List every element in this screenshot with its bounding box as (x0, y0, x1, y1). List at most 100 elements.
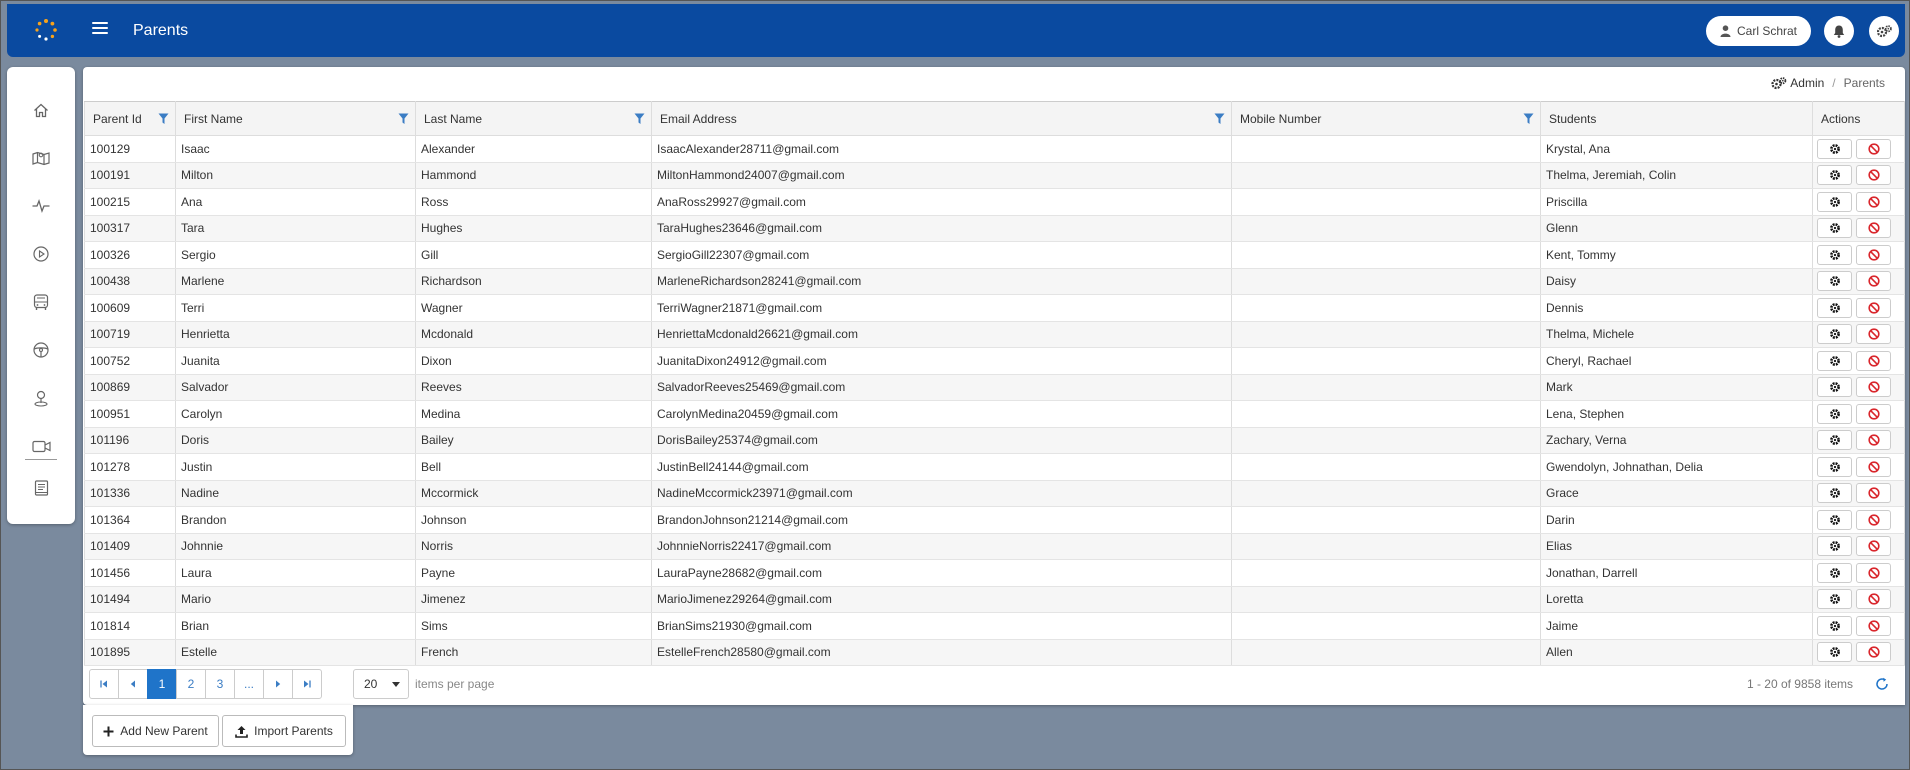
sidebar-item-drivers[interactable] (7, 335, 75, 365)
filter-icon[interactable] (634, 113, 645, 125)
disable-button[interactable] (1856, 536, 1891, 557)
disable-button[interactable] (1856, 430, 1891, 451)
disable-button[interactable] (1856, 615, 1891, 636)
app-logo-icon[interactable] (34, 18, 58, 42)
page-ellipsis-button[interactable]: ... (234, 669, 264, 699)
edit-button[interactable] (1817, 271, 1852, 292)
page-size-select[interactable]: 20 (353, 669, 409, 699)
edit-button[interactable] (1817, 138, 1852, 159)
disable-button[interactable] (1856, 589, 1891, 610)
sidebar-item-buses[interactable] (7, 287, 75, 317)
disable-button[interactable] (1856, 138, 1891, 159)
table-row[interactable]: 101895 Estelle French EstelleFrench28580@gm… (84, 639, 1905, 666)
table-row[interactable]: 100719 Henrietta Mcdonald HenriettaMcdonald… (84, 321, 1905, 348)
table-row[interactable]: 100317 Tara Hughes TaraHughes23646@gmail.co… (84, 215, 1905, 242)
edit-button[interactable] (1817, 642, 1852, 663)
disable-button[interactable] (1856, 271, 1891, 292)
first-page-button[interactable] (89, 669, 119, 699)
disable-button[interactable] (1856, 509, 1891, 530)
next-page-button[interactable] (263, 669, 293, 699)
gear-icon (1829, 355, 1840, 366)
edit-button[interactable] (1817, 403, 1852, 424)
edit-button[interactable] (1817, 536, 1852, 557)
disable-button[interactable] (1856, 165, 1891, 186)
edit-button[interactable] (1817, 483, 1852, 504)
sidebar-item-map[interactable] (7, 143, 75, 173)
table-row[interactable]: 100129 Isaac Alexander IsaacAlexander28711@… (84, 135, 1905, 163)
column-header-last-name[interactable]: Last Name (415, 101, 652, 136)
table-row[interactable]: 100951 Carolyn Medina CarolynMedina20459@gm… (84, 400, 1905, 428)
edit-button[interactable] (1817, 324, 1852, 345)
edit-button[interactable] (1817, 430, 1852, 451)
column-header-parent-id[interactable]: Parent Id (84, 101, 176, 136)
edit-button[interactable] (1817, 589, 1852, 610)
sidebar-item-activity[interactable] (7, 191, 75, 221)
page-button-2[interactable]: 2 (176, 669, 206, 699)
disable-button[interactable] (1856, 218, 1891, 239)
table-row[interactable]: 101336 Nadine Mccormick NadineMccormick2397… (84, 480, 1905, 507)
edit-button[interactable] (1817, 509, 1852, 530)
disable-button[interactable] (1856, 191, 1891, 212)
disable-button[interactable] (1856, 297, 1891, 318)
edit-button[interactable] (1817, 218, 1852, 239)
column-header-first-name[interactable]: First Name (175, 101, 416, 136)
add-parent-button[interactable]: Add New Parent (92, 715, 219, 747)
table-row[interactable]: 101409 Johnnie Norris JohnnieNorris22417@gm… (84, 533, 1905, 560)
refresh-icon[interactable] (1875, 677, 1889, 691)
sidebar-item-home[interactable] (7, 95, 75, 125)
menu-icon[interactable] (92, 22, 108, 36)
column-header-email[interactable]: Email Address (651, 101, 1232, 136)
disable-button[interactable] (1856, 562, 1891, 583)
user-menu-button[interactable]: Carl Schrat (1706, 16, 1811, 46)
sidebar-item-video[interactable] (7, 431, 75, 461)
disable-button[interactable] (1856, 483, 1891, 504)
edit-button[interactable] (1817, 562, 1852, 583)
disable-button[interactable] (1856, 324, 1891, 345)
sidebar-item-playback[interactable] (7, 239, 75, 269)
disable-button[interactable] (1856, 244, 1891, 265)
edit-button[interactable] (1817, 165, 1852, 186)
edit-button[interactable] (1817, 191, 1852, 212)
sidebar-item-reports[interactable] (7, 473, 75, 503)
disable-button[interactable] (1856, 377, 1891, 398)
table-row[interactable]: 101494 Mario Jimenez MarioJimenez29264@gmai… (84, 586, 1905, 613)
disable-button[interactable] (1856, 456, 1891, 477)
import-parents-button[interactable]: Import Parents (222, 715, 346, 747)
table-row[interactable]: 100752 Juanita Dixon JuanitaDixon24912@gmai… (84, 347, 1905, 375)
cell-first-name: Ana (175, 188, 416, 216)
table-row[interactable]: 100869 Salvador Reeves SalvadorReeves25469@… (84, 374, 1905, 401)
last-page-button[interactable] (292, 669, 322, 699)
edit-button[interactable] (1817, 377, 1852, 398)
page-button-3[interactable]: 3 (205, 669, 235, 699)
table-row[interactable]: 100438 Marlene Richardson MarleneRichardson… (84, 268, 1905, 295)
edit-button[interactable] (1817, 456, 1852, 477)
table-row[interactable]: 100191 Milton Hammond MiltonHammond24007@gm… (84, 162, 1905, 189)
disable-button[interactable] (1856, 642, 1891, 663)
edit-button[interactable] (1817, 244, 1852, 265)
edit-button[interactable] (1817, 297, 1852, 318)
filter-icon[interactable] (158, 113, 169, 125)
breadcrumb-admin[interactable]: Admin (1771, 76, 1824, 90)
table-row[interactable]: 100326 Sergio Gill SergioGill22307@gmail.co… (84, 241, 1905, 269)
table-row[interactable]: 101364 Brandon Johnson BrandonJohnson21214@… (84, 506, 1905, 534)
page-button-1[interactable]: 1 (147, 669, 177, 699)
table-row[interactable]: 101196 Doris Bailey DorisBailey25374@gmail.… (84, 427, 1905, 454)
edit-button[interactable] (1817, 350, 1852, 371)
column-header-students[interactable]: Students (1540, 101, 1813, 136)
table-row[interactable]: 101278 Justin Bell JustinBell24144@gmail.co… (84, 453, 1905, 481)
table-row[interactable]: 101456 Laura Payne LauraPayne28682@gmail.co… (84, 559, 1905, 587)
edit-button[interactable] (1817, 615, 1852, 636)
prev-page-button[interactable] (118, 669, 148, 699)
filter-icon[interactable] (1523, 113, 1534, 125)
filter-icon[interactable] (1214, 113, 1225, 125)
filter-icon[interactable] (398, 113, 409, 125)
table-row[interactable]: 100609 Terri Wagner TerriWagner21871@gmail.… (84, 294, 1905, 322)
settings-button[interactable] (1869, 16, 1899, 46)
table-row[interactable]: 100215 Ana Ross AnaRoss29927@gmail.com Prisc… (84, 188, 1905, 216)
disable-button[interactable] (1856, 350, 1891, 371)
column-header-mobile[interactable]: Mobile Number (1231, 101, 1541, 136)
notifications-button[interactable] (1824, 16, 1854, 46)
table-row[interactable]: 101814 Brian Sims BrianSims21930@gmail.com J… (84, 612, 1905, 640)
disable-button[interactable] (1856, 403, 1891, 424)
sidebar-item-stops[interactable] (7, 383, 75, 413)
